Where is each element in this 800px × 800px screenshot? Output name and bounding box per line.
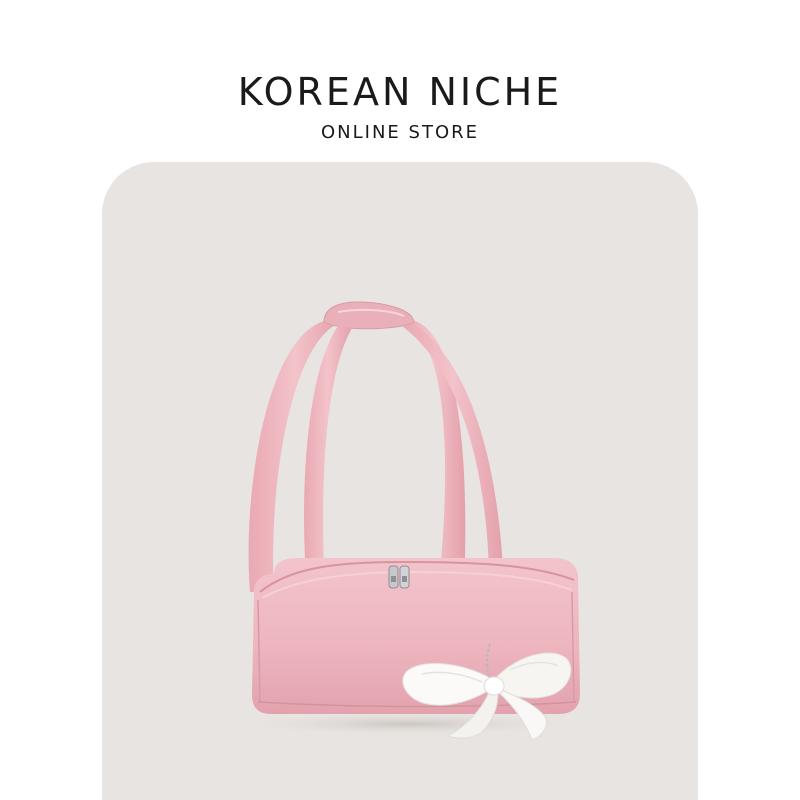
product-photo <box>233 301 583 741</box>
product-image-panel <box>102 162 698 800</box>
brand-header: KOREAN NICHE ONLINE STORE <box>0 68 800 144</box>
brand-tagline: ONLINE STORE <box>321 122 479 143</box>
brand-name: KOREAN NICHE <box>237 70 563 114</box>
